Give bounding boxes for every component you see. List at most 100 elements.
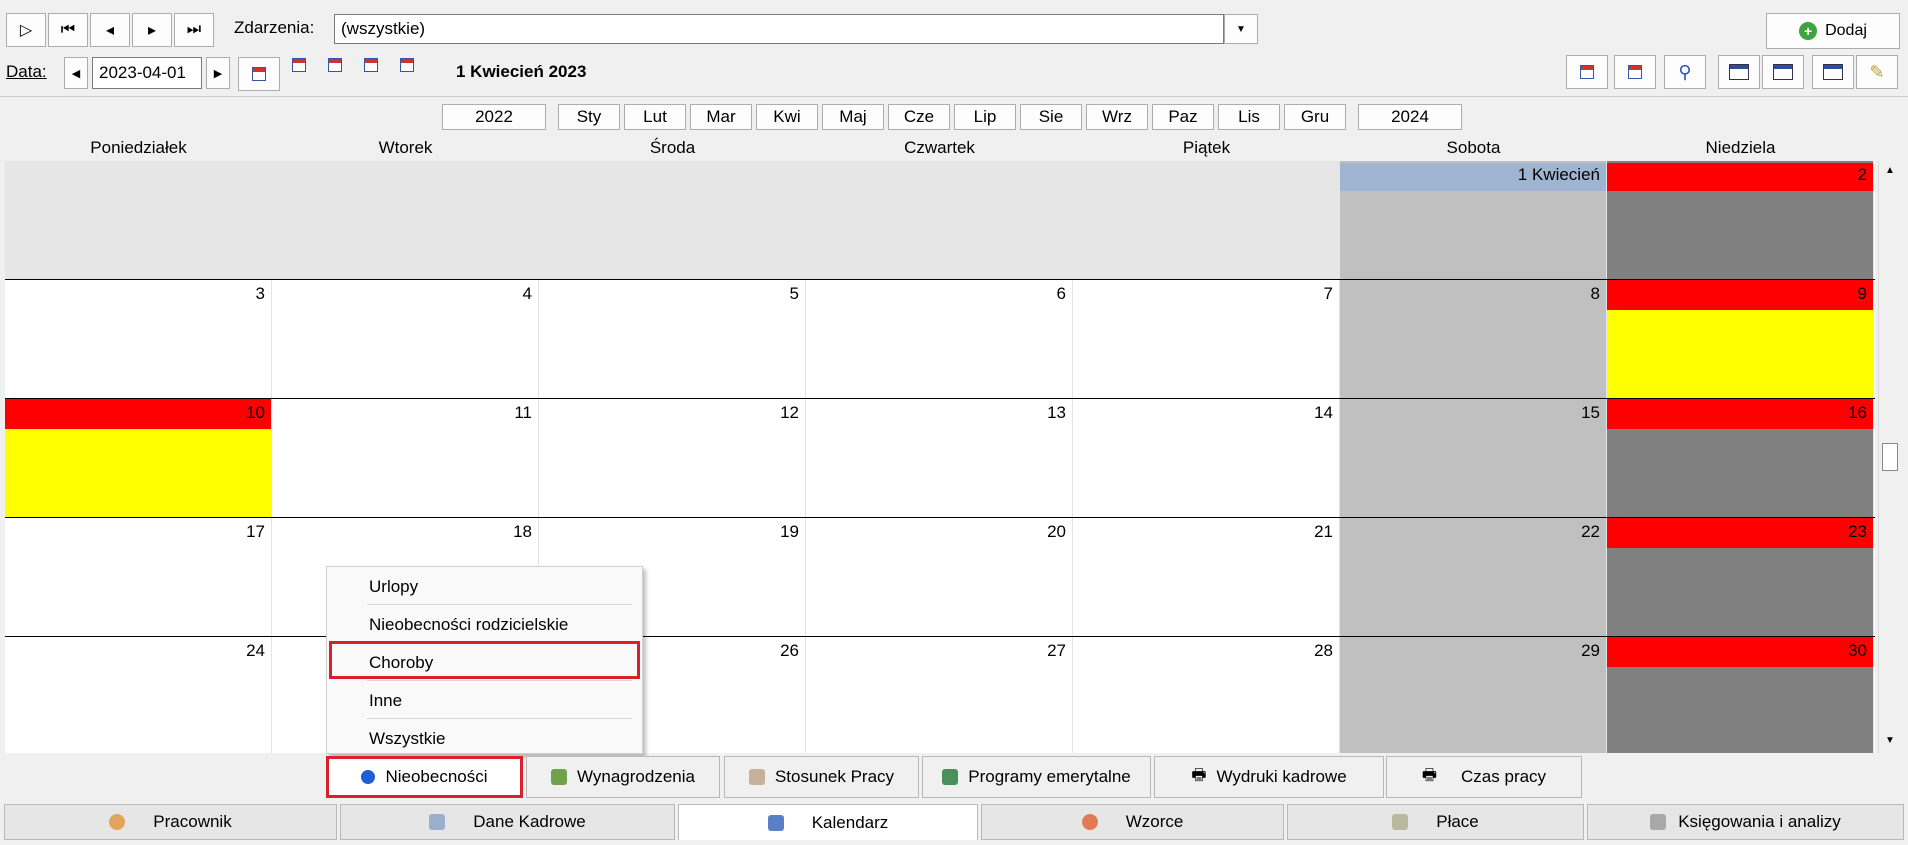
- magnifier-icon: ⚲: [1678, 61, 1692, 82]
- calendar-day-27[interactable]: 27: [806, 637, 1073, 753]
- calendar-day-3[interactable]: 3: [5, 280, 272, 398]
- search-button[interactable]: ⚲: [1664, 55, 1706, 89]
- record-prev-button[interactable]: ◂: [90, 13, 130, 47]
- scroll-up-icon[interactable]: ▲: [1882, 165, 1898, 179]
- main-tab-dane-kadrowe[interactable]: Dane Kadrowe: [340, 804, 675, 840]
- events-filter-input[interactable]: [334, 14, 1224, 44]
- calendar-day-22[interactable]: 22: [1340, 518, 1607, 636]
- calendar-day-30[interactable]: 30: [1607, 637, 1874, 753]
- record-first-button[interactable]: ▷: [6, 13, 46, 47]
- calendar-day-23[interactable]: 23: [1607, 518, 1874, 636]
- calendar-day-9[interactable]: 9: [1607, 280, 1874, 398]
- calendar-day-2[interactable]: 2: [1607, 161, 1874, 279]
- settings-view-button[interactable]: [1762, 55, 1804, 89]
- tab-nieobecnosci[interactable]: Nieobecności: [326, 756, 523, 798]
- view-month-icon[interactable]: [364, 57, 378, 77]
- table-view-button[interactable]: [1718, 55, 1760, 89]
- main-tab-kalendarz[interactable]: Kalendarz: [678, 804, 978, 840]
- main-tab-ksiegowania[interactable]: Księgowania i analizy: [1587, 804, 1904, 840]
- calendar-day-20[interactable]: 20: [806, 518, 1073, 636]
- prev-year-button[interactable]: 2022: [442, 104, 546, 130]
- date-prev-button[interactable]: ◀: [64, 57, 88, 89]
- events-dropdown-button[interactable]: ▼: [1224, 14, 1258, 44]
- person-icon: [109, 814, 126, 830]
- view-week-icon[interactable]: [328, 57, 342, 77]
- tab-programy-emerytalne[interactable]: Programy emerytalne: [922, 756, 1151, 798]
- chevron-down-icon: ▼: [1236, 23, 1246, 35]
- month-button-kwi[interactable]: Kwi: [756, 104, 818, 130]
- menu-item-nieobecnosci-rodzicielskie[interactable]: Nieobecności rodzicielskie: [369, 615, 568, 635]
- calendar-day-24[interactable]: 24: [5, 637, 272, 753]
- calendar-day-5[interactable]: 5: [539, 280, 806, 398]
- toolbar-divider: [0, 96, 1908, 97]
- main-tab-place[interactable]: Płace: [1287, 804, 1584, 840]
- calendar-day-21[interactable]: 21: [1073, 518, 1340, 636]
- events-label: Zdarzenia:: [234, 18, 315, 37]
- today-button[interactable]: [1566, 55, 1608, 89]
- month-button-lip[interactable]: Lip: [954, 104, 1016, 130]
- date-next-button[interactable]: ▶: [206, 57, 230, 89]
- month-button-lis[interactable]: Lis: [1218, 104, 1280, 130]
- month-button-gru[interactable]: Gru: [1284, 104, 1346, 130]
- calendar-day-29[interactable]: 29: [1340, 637, 1607, 753]
- record-start-button[interactable]: ⏮: [48, 13, 88, 47]
- calendar-day-11[interactable]: 11: [272, 399, 539, 517]
- refresh-button[interactable]: [1614, 55, 1656, 89]
- month-button-sie[interactable]: Sie: [1020, 104, 1082, 130]
- day-header-bar: [1607, 518, 1873, 548]
- view-day-icon[interactable]: [292, 57, 306, 77]
- weekday-header-wed: Środa: [649, 138, 696, 157]
- skip-start-icon: ⏮: [60, 21, 76, 38]
- record-next-button[interactable]: ▸: [132, 13, 172, 47]
- calendar-day-16[interactable]: 16: [1607, 399, 1874, 517]
- scroll-down-icon[interactable]: ▼: [1882, 735, 1898, 749]
- calendar-day-13[interactable]: 13: [806, 399, 1073, 517]
- calendar-day-6[interactable]: 6: [806, 280, 1073, 398]
- calendar-day-1[interactable]: 1 Kwiecień: [1340, 161, 1607, 279]
- next-icon: ▸: [147, 22, 157, 39]
- money-icon: [551, 769, 567, 785]
- date-label: Data:: [6, 62, 47, 81]
- calendar-day-15[interactable]: 15: [1340, 399, 1607, 517]
- calendar-day-4[interactable]: 4: [272, 280, 539, 398]
- date-input[interactable]: [92, 57, 202, 89]
- next-year-button[interactable]: 2024: [1358, 104, 1462, 130]
- skip-end-icon: ⏭: [186, 21, 202, 38]
- menu-item-inne[interactable]: Inne: [369, 691, 402, 711]
- month-button-mar[interactable]: Mar: [690, 104, 752, 130]
- tab-wynagrodzenia[interactable]: Wynagrodzenia: [526, 756, 720, 798]
- view-year-icon[interactable]: [400, 57, 414, 77]
- scroll-thumb[interactable]: [1882, 443, 1898, 471]
- calendar-day-28[interactable]: 28: [1073, 637, 1340, 753]
- record-last-button[interactable]: ⏭: [174, 13, 214, 47]
- calendar-icon: [767, 814, 784, 831]
- calendar-day-10[interactable]: 10: [5, 399, 272, 517]
- month-button-maj[interactable]: Maj: [822, 104, 884, 130]
- calendar-day-17[interactable]: 17: [5, 518, 272, 636]
- calendar-day-14[interactable]: 14: [1073, 399, 1340, 517]
- printer-icon: 🖶: [1191, 766, 1207, 784]
- month-button-paz[interactable]: Paz: [1152, 104, 1214, 130]
- month-button-wrz[interactable]: Wrz: [1086, 104, 1148, 130]
- tab-wydruki-kadrowe[interactable]: 🖶 Wydruki kadrowe: [1154, 756, 1384, 798]
- calendar-picker-button[interactable]: [238, 57, 280, 91]
- calendar-day-7[interactable]: 7: [1073, 280, 1340, 398]
- month-button-lut[interactable]: Lut: [624, 104, 686, 130]
- weekday-header-sat: Sobota: [1446, 138, 1501, 157]
- add-button[interactable]: + Dodaj: [1766, 13, 1900, 49]
- prev-icon: ◂: [105, 22, 115, 39]
- current-date-title: 1 Kwiecień 2023: [456, 62, 587, 81]
- month-button-sty[interactable]: Sty: [558, 104, 620, 130]
- calendar-view-button[interactable]: [1812, 55, 1854, 89]
- edit-button[interactable]: ✎: [1856, 55, 1898, 89]
- tab-stosunek-pracy[interactable]: Stosunek Pracy: [724, 756, 919, 798]
- calendar-day-8[interactable]: 8: [1340, 280, 1607, 398]
- tab-czas-pracy[interactable]: 🖶 Czas pracy: [1386, 756, 1582, 798]
- calendar-scrollbar[interactable]: ▲ ▼: [1878, 161, 1900, 753]
- menu-item-urlopy[interactable]: Urlopy: [369, 577, 418, 597]
- calendar-day-12[interactable]: 12: [539, 399, 806, 517]
- month-button-cze[interactable]: Cze: [888, 104, 950, 130]
- menu-item-wszystkie[interactable]: Wszystkie: [369, 729, 446, 749]
- main-tab-wzorce[interactable]: Wzorce: [981, 804, 1284, 840]
- main-tab-pracownik[interactable]: Pracownik: [4, 804, 337, 840]
